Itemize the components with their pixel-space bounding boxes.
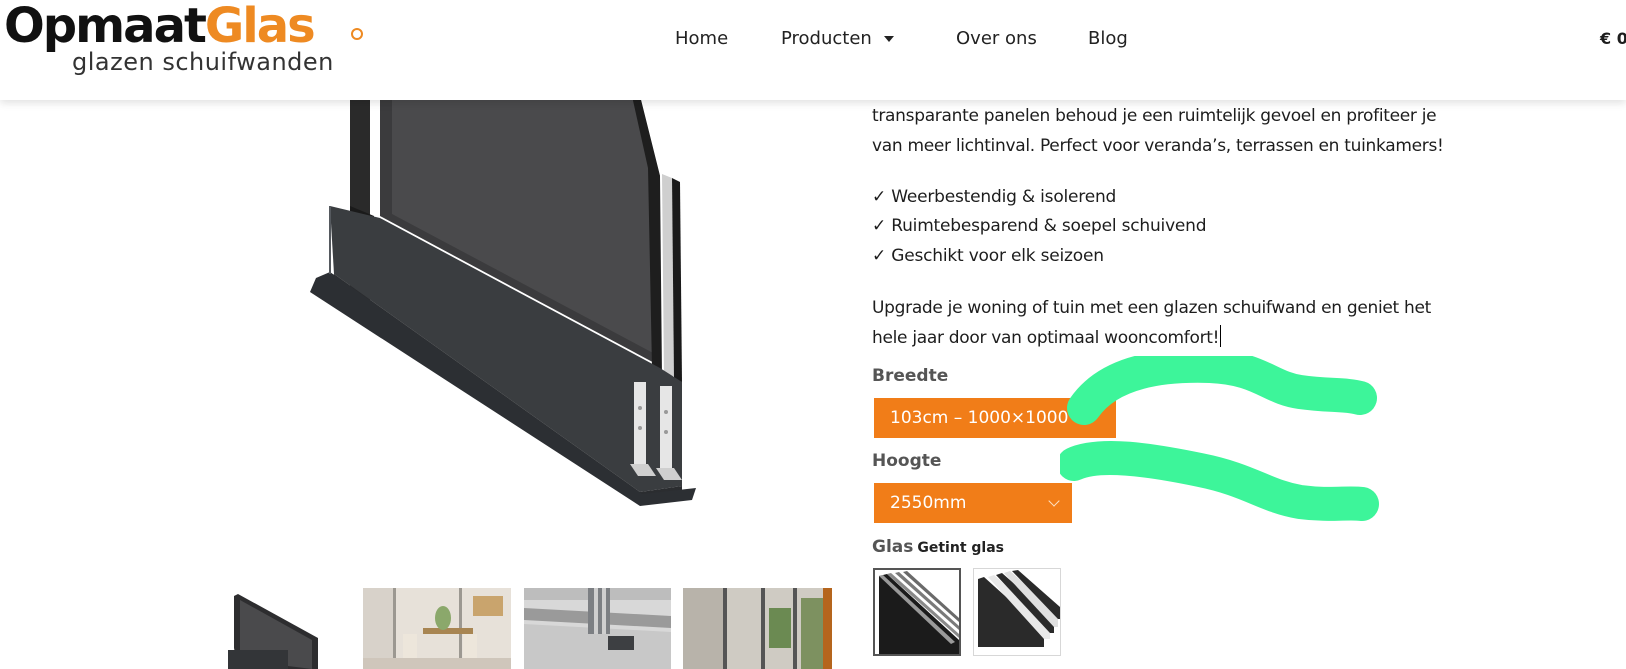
swatch-tinted-glass[interactable] — [873, 568, 961, 656]
swatch-clear-glass[interactable] — [973, 568, 1061, 656]
closing-line-2: hele jaar door van optimaal wooncomfort! — [872, 323, 1222, 353]
closing-line-1: Upgrade je woning of tuin met een glazen… — [872, 298, 1432, 318]
feature-item: ✓ Geschikt voor elk seizoen — [872, 246, 1104, 266]
breedte-value: 103cm – 1000×1000 — [890, 408, 1069, 428]
nav-producten[interactable]: Producten — [781, 24, 894, 54]
breedte-select[interactable]: 103cm – 1000×1000 — [874, 398, 1116, 438]
chevron-down-icon — [1048, 495, 1060, 507]
hoogte-select[interactable]: 2550mm — [874, 483, 1072, 523]
description-line-1: transparante panelen behoud je een ruimt… — [872, 106, 1437, 126]
site-header: OpmaatGlas glazen schuifwanden Home Prod… — [0, 0, 1626, 100]
feature-item: ✓ Weerbestendig & isolerend — [872, 187, 1117, 207]
description-line-2: van meer lichtinval. Perfect voor verand… — [872, 136, 1444, 156]
hoogte-value: 2550mm — [890, 493, 967, 513]
glas-selected-value: Getint glas — [917, 540, 1004, 556]
highlighter-scribble — [1060, 356, 1379, 521]
glas-label-text: Glas — [872, 537, 914, 557]
logo-mark-icon — [351, 28, 363, 40]
logo-tagline: glazen schuifwanden — [72, 48, 334, 76]
hoogte-label: Hoogte — [872, 451, 942, 471]
thumbnail-4[interactable] — [683, 588, 832, 669]
product-main-image[interactable] — [310, 96, 730, 536]
closing-line-2-text: hele jaar door van optimaal wooncomfort! — [872, 328, 1220, 348]
thumbnail-2[interactable] — [363, 588, 511, 669]
nav-producten-label: Producten — [781, 28, 872, 49]
site-logo[interactable]: OpmaatGlas glazen schuifwanden — [4, 0, 374, 82]
glas-label: Glas Getint glas — [872, 535, 1004, 560]
nav-home[interactable]: Home — [675, 24, 728, 54]
feature-item: ✓ Ruimtebesparend & soepel schuivend — [872, 216, 1207, 236]
cart-total[interactable]: € 0, — [1600, 24, 1626, 54]
nav-over-ons[interactable]: Over ons — [956, 24, 1037, 54]
caret-down-icon — [883, 36, 894, 42]
nav-blog[interactable]: Blog — [1088, 24, 1128, 54]
logo-wordmark: OpmaatGlas — [4, 0, 316, 54]
text-cursor — [1220, 325, 1222, 347]
breedte-label: Breedte — [872, 366, 949, 386]
thumbnail-3[interactable] — [524, 588, 671, 669]
thumbnail-1[interactable] — [228, 588, 320, 669]
